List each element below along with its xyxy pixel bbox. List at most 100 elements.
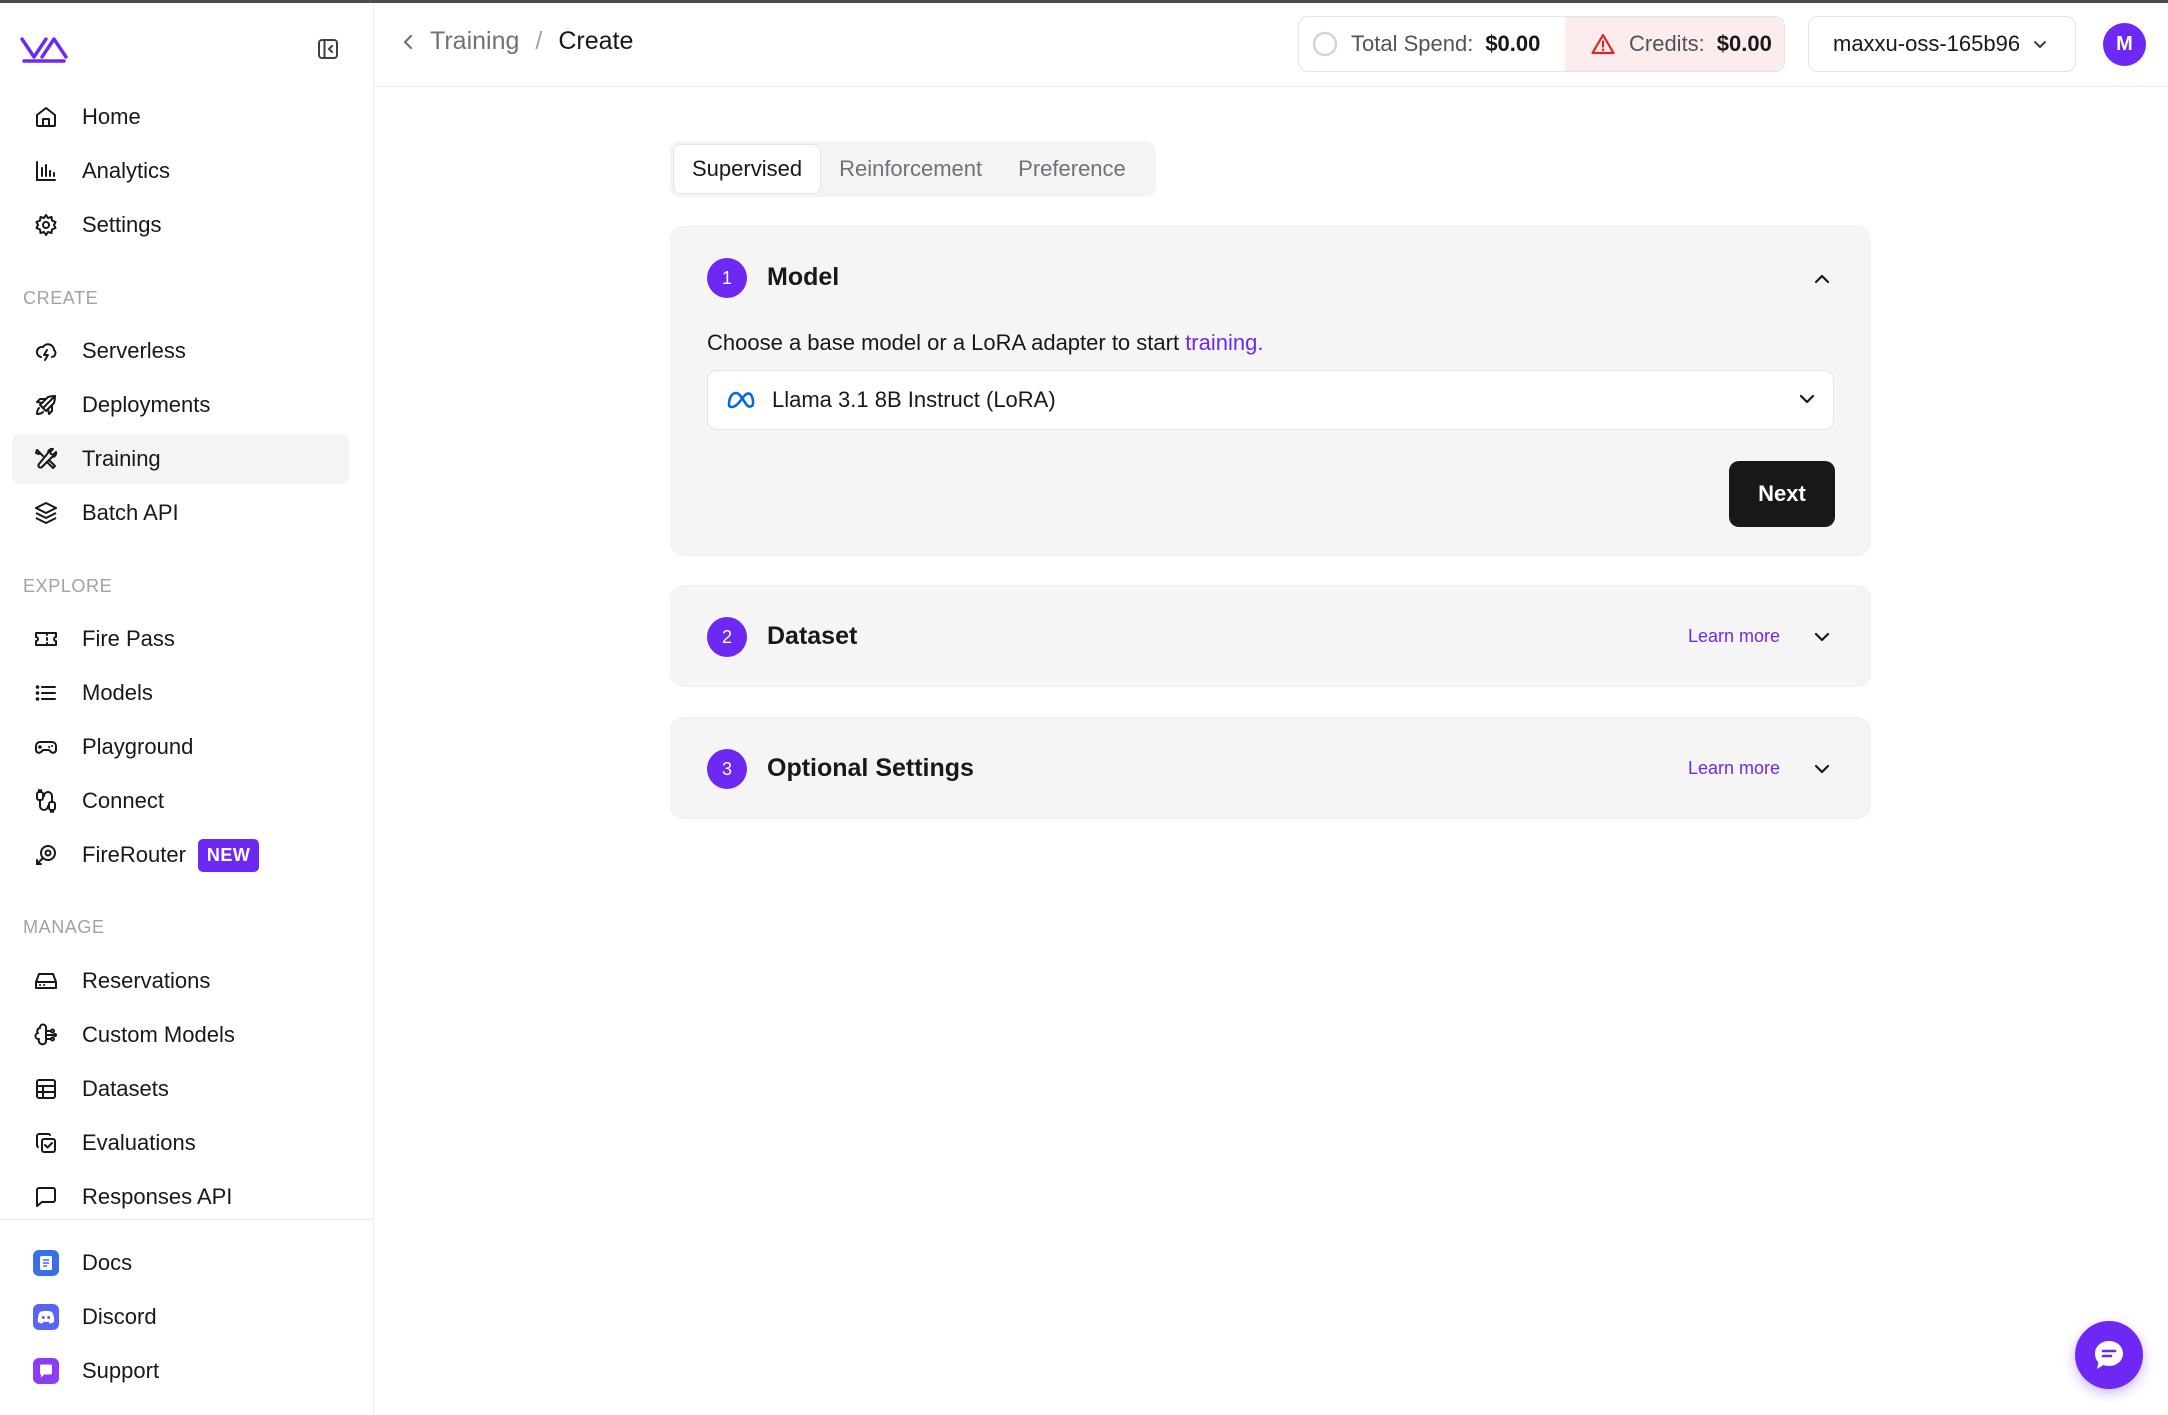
base-model-select[interactable]: Llama 3.1 8B Instruct (LoRA): [707, 370, 1834, 430]
sidebar-item-models[interactable]: Models: [12, 668, 349, 718]
bar-chart-icon: [32, 157, 60, 185]
avatar[interactable]: M: [2103, 23, 2146, 66]
sidebar-item-label: Fire Pass: [82, 626, 175, 651]
tab-supervised[interactable]: Supervised: [673, 144, 822, 194]
gamepad-icon: [32, 733, 60, 761]
sidebar-item-evaluations[interactable]: Evaluations: [12, 1118, 349, 1168]
selected-model: Llama 3.1 8B Instruct (LoRA): [772, 387, 1056, 412]
sidebar-item-deployments[interactable]: Deployments: [12, 380, 349, 430]
section-label-manage: MANAGE: [23, 917, 105, 937]
sidebar-item-label: Discord: [82, 1304, 157, 1329]
section-label-create: CREATE: [23, 288, 99, 308]
sidebar-item-firerouter[interactable]: FireRouter NEW: [12, 830, 349, 880]
sidebar-item-label: Settings: [82, 212, 162, 237]
chevron-down-icon: [2032, 36, 2048, 52]
sidebar-item-label: Datasets: [82, 1076, 169, 1101]
table-icon: [32, 1075, 60, 1103]
billing-summary[interactable]: Total Spend: $0.00 Credits: $0.00: [1298, 16, 1785, 72]
chevron-up-icon[interactable]: [1810, 267, 1834, 291]
step-number: 2: [707, 617, 747, 657]
sidebar-item-fire-pass[interactable]: Fire Pass: [12, 614, 349, 664]
sidebar-item-docs[interactable]: Docs: [12, 1238, 349, 1288]
progress-ring-icon: [1311, 30, 1339, 58]
sidebar-item-serverless[interactable]: Serverless: [12, 326, 349, 376]
sidebar-item-label: Batch API: [82, 500, 179, 525]
discord-icon: [33, 1304, 59, 1330]
breadcrumb-training[interactable]: Training: [430, 27, 519, 56]
sidebar-item-label: Evaluations: [82, 1130, 196, 1155]
sidebar-item-datasets[interactable]: Datasets: [12, 1064, 349, 1114]
sidebar-item-label: Serverless: [82, 338, 186, 363]
sidebar-item-label: Support: [82, 1358, 160, 1383]
step-number: 3: [707, 749, 747, 789]
chat-support-button[interactable]: [2075, 1321, 2143, 1389]
sidebar-item-label: Responses API: [82, 1184, 233, 1209]
sidebar-item-home[interactable]: Home: [12, 92, 349, 142]
sidebar-item-label: Connect: [82, 788, 164, 813]
brain-icon: [32, 1021, 60, 1049]
home-icon: [32, 103, 60, 131]
credits: Credits: $0.00: [1565, 17, 1784, 71]
sidebar-item-label: Analytics: [82, 158, 171, 183]
sidebar-item-label: Home: [82, 104, 141, 129]
ticket-icon: [32, 625, 60, 653]
sidebar-item-reservations[interactable]: Reservations: [12, 956, 349, 1006]
breadcrumb: Training / Create: [400, 27, 633, 56]
sidebar-item-responses-api[interactable]: Responses API: [12, 1172, 349, 1222]
layers-icon: [32, 499, 60, 527]
hard-drive-icon: [32, 967, 60, 995]
next-button[interactable]: Next: [1729, 461, 1835, 527]
sidebar-item-settings[interactable]: Settings: [12, 200, 349, 250]
router-icon: [32, 841, 60, 869]
sidebar-item-playground[interactable]: Playground: [12, 722, 349, 772]
step-title: Dataset: [767, 622, 858, 650]
sidebar-divider: [0, 1219, 374, 1220]
learn-more-link[interactable]: Learn more: [1688, 758, 1780, 779]
sidebar-item-label: Playground: [82, 734, 194, 759]
account-selector[interactable]: maxxu-oss-165b96: [1808, 16, 2076, 72]
chevron-down-icon[interactable]: [1810, 625, 1834, 649]
sidebar-item-custom-models[interactable]: Custom Models: [12, 1010, 349, 1060]
step-dataset-card[interactable]: 2 Dataset Learn more: [670, 585, 1871, 687]
breadcrumb-separator: /: [535, 27, 543, 55]
new-badge: NEW: [197, 838, 260, 872]
cloud-lightning-icon: [32, 337, 60, 365]
training-type-tabs: Supervised Reinforcement Preference: [670, 141, 1156, 197]
credits-value: $0.00: [1716, 31, 1772, 56]
step-description: Choose a base model or a LoRA adapter to…: [707, 330, 1264, 355]
account-name: maxxu-oss-165b96: [1833, 31, 2021, 56]
sidebar-item-connect[interactable]: Connect: [12, 776, 349, 826]
total-spend-label: Total Spend:: [1351, 31, 1474, 56]
sidebar-item-label: Reservations: [82, 968, 211, 993]
sidebar-item-label: Docs: [82, 1250, 133, 1275]
meta-logo-icon: [726, 390, 756, 410]
credits-label: Credits:: [1629, 31, 1705, 56]
sidebar-item-discord[interactable]: Discord: [12, 1292, 349, 1342]
message-square-icon: [32, 1183, 60, 1211]
rocket-icon: [32, 391, 60, 419]
step-number: 1: [707, 258, 747, 298]
step-optional-settings-card[interactable]: 3 Optional Settings Learn more: [670, 717, 1871, 819]
fireworks-logo[interactable]: [20, 35, 68, 65]
chevron-down-icon[interactable]: [1810, 757, 1834, 781]
chevron-left-icon[interactable]: [400, 31, 416, 53]
training-link[interactable]: training.: [1185, 330, 1263, 355]
gear-icon: [32, 211, 60, 239]
chevron-down-icon: [1797, 389, 1817, 409]
sidebar-item-training[interactable]: Training: [12, 434, 349, 484]
tab-preference[interactable]: Preference: [1000, 144, 1144, 194]
sidebar-collapse-icon[interactable]: [314, 35, 342, 63]
sidebar-item-support[interactable]: Support: [12, 1346, 349, 1396]
top-bar: Training / Create Total Spend: $0.00 Cre…: [374, 3, 2168, 87]
sidebar-item-batch-api[interactable]: Batch API: [12, 488, 349, 538]
step-title: Optional Settings: [767, 754, 974, 782]
step-model-card: 1 Model Choose a base model or a LoRA ad…: [670, 226, 1871, 556]
step-title: Model: [767, 263, 840, 291]
breadcrumb-create: Create: [558, 27, 634, 55]
tab-reinforcement[interactable]: Reinforcement: [821, 144, 1000, 194]
support-icon: [33, 1358, 59, 1384]
sidebar-item-label: Custom Models: [82, 1022, 235, 1047]
sidebar-item-analytics[interactable]: Analytics: [12, 146, 349, 196]
learn-more-link[interactable]: Learn more: [1688, 626, 1780, 647]
sidebar-item-label: Models: [82, 680, 153, 705]
